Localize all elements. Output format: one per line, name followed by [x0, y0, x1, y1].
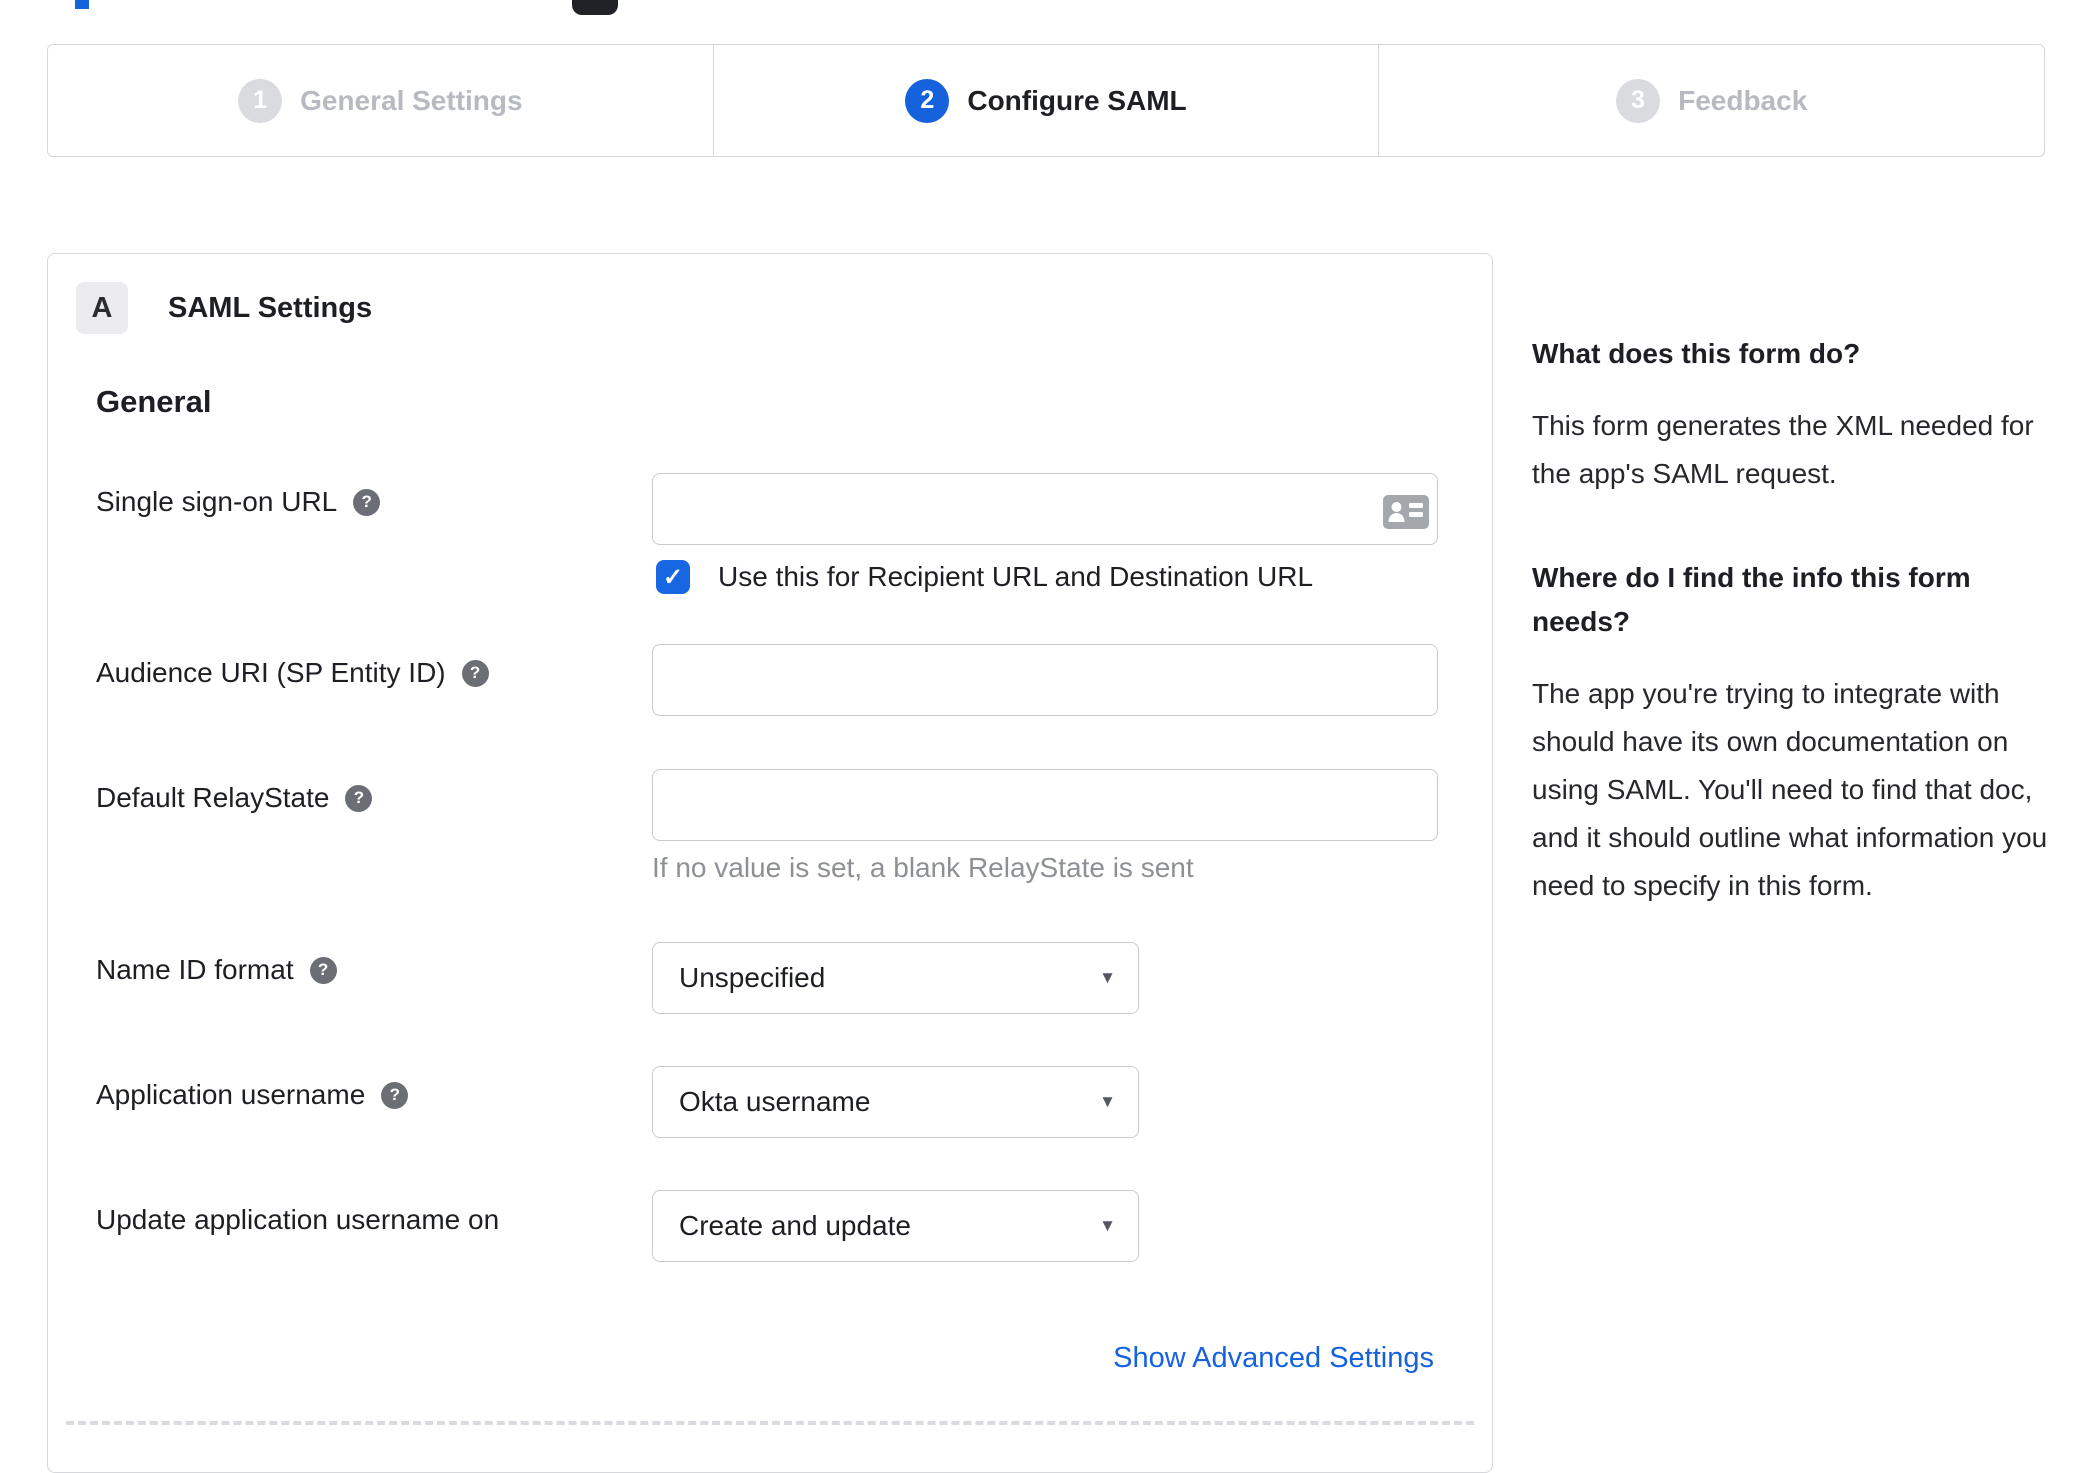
name-id-format-label-text: Name ID format [96, 954, 294, 985]
app-username-value: Okta username [679, 1086, 871, 1117]
step-label: General Settings [300, 84, 523, 116]
app-username-select[interactable]: Okta username ▼ [652, 1066, 1139, 1138]
chevron-down-icon: ▼ [1099, 968, 1116, 987]
name-id-format-label: Name ID format ? [96, 954, 337, 986]
update-username-value: Create and update [679, 1210, 911, 1241]
contact-card-icon[interactable] [1382, 494, 1430, 535]
name-id-format-select[interactable]: Unspecified ▼ [652, 942, 1139, 1014]
sso-url-label-text: Single sign-on URL [96, 486, 338, 517]
step-feedback[interactable]: 3 Feedback [1378, 45, 2044, 156]
general-group-title: General [96, 384, 212, 419]
audience-uri-label-text: Audience URI (SP Entity ID) [96, 657, 446, 688]
audience-uri-help-icon[interactable]: ? [461, 659, 489, 687]
app-username-label: Application username ? [96, 1079, 409, 1111]
checkbox-checked-icon[interactable]: ✓ [656, 560, 690, 594]
section-a-badge: A [76, 282, 128, 334]
show-advanced-settings-link[interactable]: Show Advanced Settings [1113, 1342, 1434, 1375]
app-username-label-text: Application username [96, 1079, 366, 1110]
blue-accent-cutoff-fragment [75, 0, 89, 9]
help-section-title: What does this form do? [1532, 338, 1861, 369]
step-configure-saml[interactable]: 2 Configure SAML [712, 45, 1379, 156]
panel-title: SAML Settings [168, 291, 373, 324]
relay-state-label: Default RelayState ? [96, 782, 373, 814]
saml-settings-panel: A SAML Settings General Single sign-on U… [47, 253, 1493, 1473]
relay-state-label-text: Default RelayState [96, 782, 330, 813]
update-username-select[interactable]: Create and update ▼ [652, 1190, 1139, 1262]
recipient-url-checkbox-row[interactable]: ✓ Use this for Recipient URL and Destina… [656, 560, 1313, 594]
relay-state-hint: If no value is set, a blank RelayState i… [652, 852, 1194, 883]
sso-url-help-icon[interactable]: ? [353, 488, 381, 516]
app-username-help-icon[interactable]: ? [381, 1081, 409, 1109]
help-section-title: Where do I find the info this form needs… [1532, 562, 1971, 637]
name-id-format-help-icon[interactable]: ? [309, 956, 337, 984]
step-label: Feedback [1678, 84, 1808, 116]
app-logo-cutoff-fragment [572, 0, 618, 15]
audience-uri-label: Audience URI (SP Entity ID) ? [96, 657, 489, 689]
section-dashed-divider [66, 1421, 1474, 1425]
step-label: Configure SAML [967, 84, 1187, 116]
update-username-label-text: Update application username on [96, 1204, 500, 1235]
relay-state-input[interactable] [652, 769, 1438, 841]
relay-state-help-icon[interactable]: ? [345, 784, 373, 812]
step-number-badge: 1 [238, 78, 283, 123]
recipient-url-checkbox-label: Use this for Recipient URL and Destinati… [718, 561, 1314, 592]
step-number-badge: 2 [905, 78, 950, 123]
chevron-down-icon: ▼ [1099, 1092, 1116, 1111]
wizard-stepper: 1 General Settings 2 Configure SAML 3 Fe… [47, 44, 2045, 157]
name-id-format-value: Unspecified [679, 962, 826, 993]
update-username-label: Update application username on [96, 1204, 499, 1236]
chevron-down-icon: ▼ [1099, 1216, 1116, 1235]
sso-url-label: Single sign-on URL ? [96, 486, 381, 518]
step-general-settings[interactable]: 1 General Settings [48, 45, 713, 156]
help-sidebar: What does this form do? This form genera… [1532, 332, 2060, 968]
audience-uri-input[interactable] [652, 644, 1438, 716]
help-section-body: The app you're trying to integrate with … [1532, 678, 2048, 901]
help-section-body: This form generates the XML needed for t… [1532, 410, 2034, 489]
sso-url-input[interactable] [652, 473, 1438, 545]
step-number-badge: 3 [1616, 78, 1661, 123]
